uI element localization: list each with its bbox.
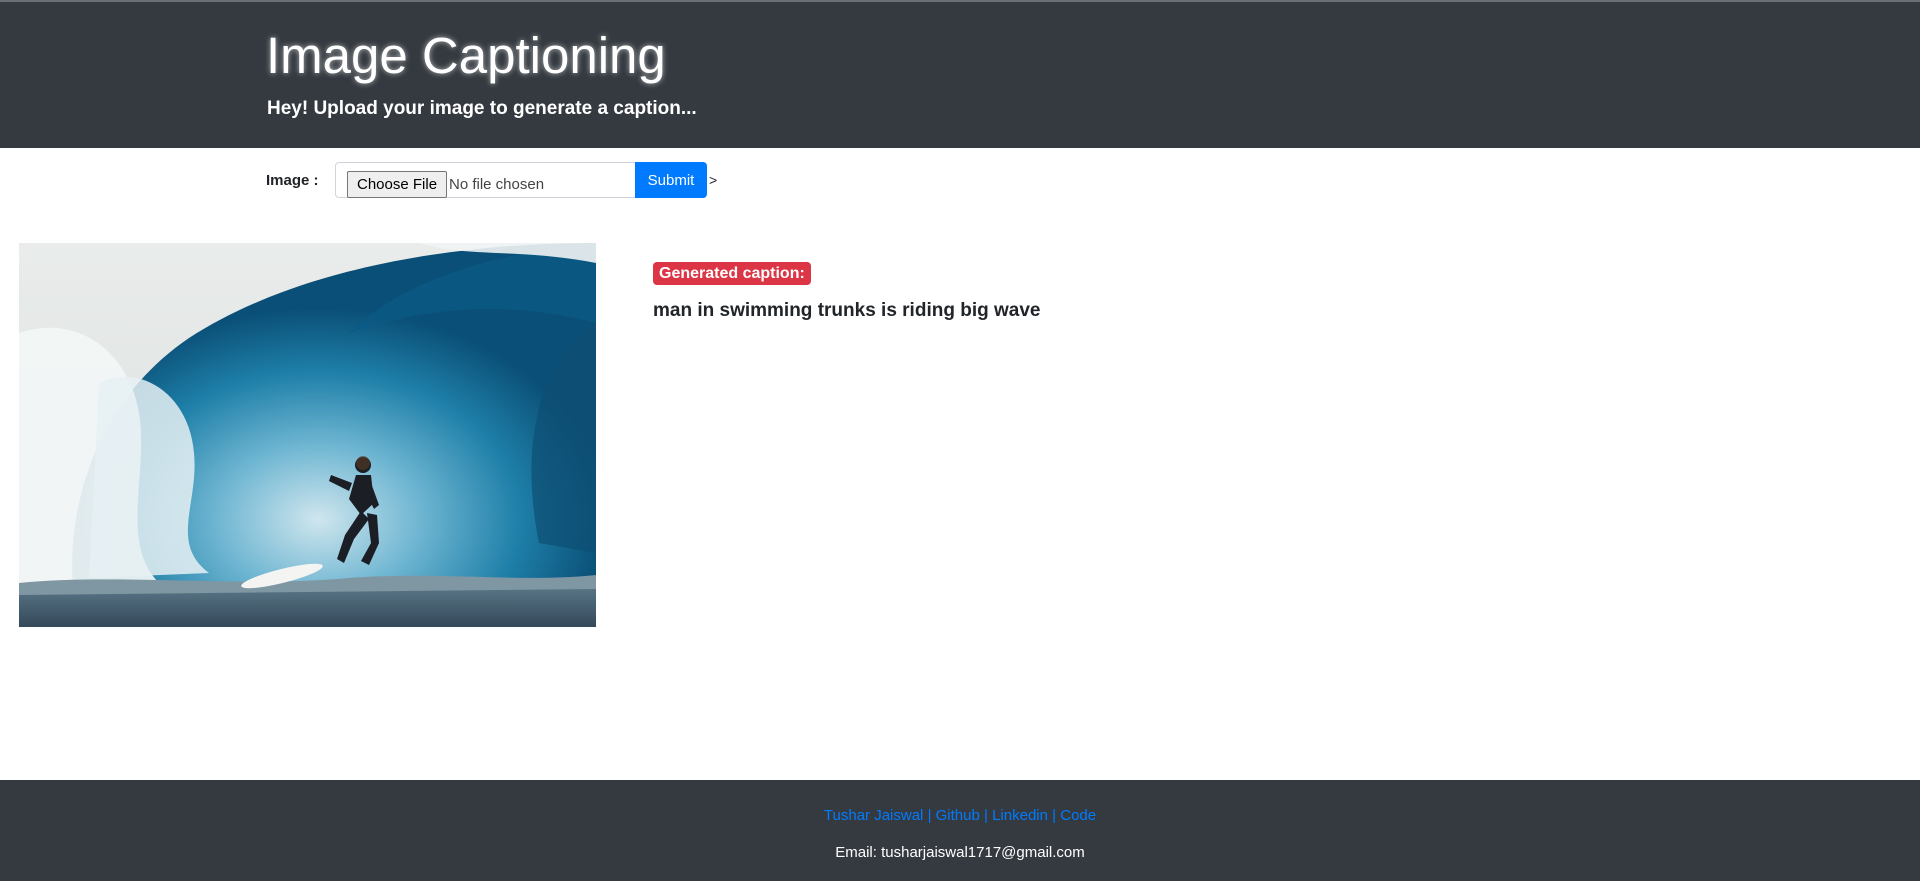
footer-links: Tushar Jaiswal | Github | Linkedin | Cod… [0, 807, 1920, 824]
footer-link-github[interactable]: Github [936, 807, 980, 824]
file-status-text: No file chosen [449, 176, 545, 193]
footer-link-linkedin[interactable]: Linkedin [992, 807, 1048, 824]
page-title: Image Captioning [266, 27, 666, 84]
page-header: Image Captioning Hey! Upload your image … [0, 2, 1920, 148]
upload-form: Image : Choose File No file chosen Submi… [0, 162, 1920, 200]
stray-text: > [709, 172, 718, 188]
footer-separator: | [1052, 807, 1057, 824]
image-label: Image : [266, 172, 319, 189]
footer-link-author[interactable]: Tushar Jaiswal [824, 807, 923, 824]
footer-email: Email: tusharjaiswal1717@gmail.com [835, 844, 1085, 861]
page-footer: Tushar Jaiswal | Github | Linkedin | Cod… [0, 780, 1920, 881]
generated-caption-text: man in swimming trunks is riding big wav… [653, 300, 1041, 321]
page-subtitle: Hey! Upload your image to generate a cap… [267, 98, 697, 119]
uploaded-image [19, 243, 596, 627]
submit-button[interactable]: Submit [635, 162, 707, 198]
footer-link-code[interactable]: Code [1060, 807, 1096, 824]
footer-separator: | [927, 807, 932, 824]
file-input[interactable]: Choose File No file chosen [335, 162, 636, 198]
choose-file-button[interactable]: Choose File [347, 171, 448, 198]
generated-caption-badge: Generated caption: [653, 262, 811, 285]
footer-separator: | [984, 807, 988, 824]
